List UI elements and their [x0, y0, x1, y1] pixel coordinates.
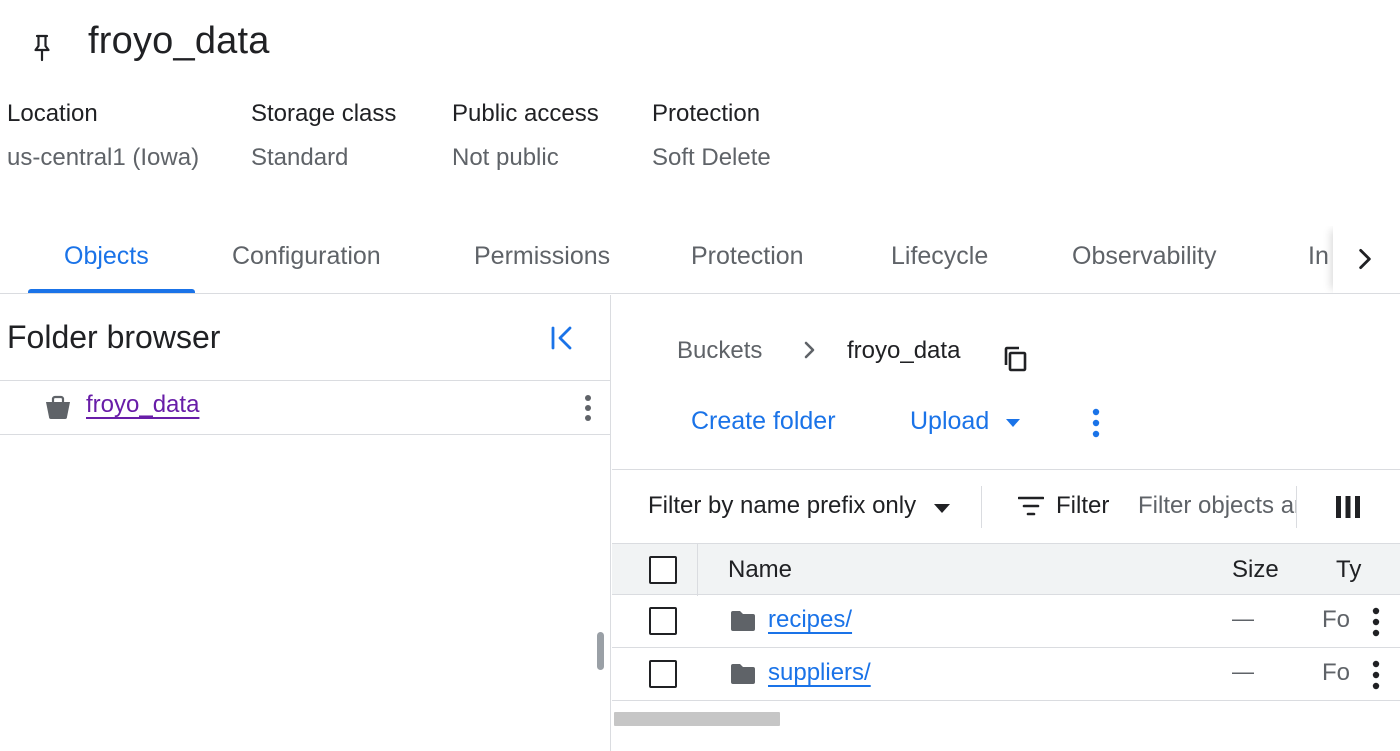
- meta-value: us-central1 (Iowa): [7, 144, 200, 171]
- object-size: —: [1232, 606, 1254, 631]
- more-vert-icon[interactable]: [574, 393, 602, 423]
- folder-browser-title: Folder browser: [7, 319, 221, 355]
- more-vert-icon[interactable]: [1084, 407, 1108, 439]
- active-tab-indicator: [28, 289, 195, 293]
- panel-resize-handle[interactable]: [597, 632, 604, 670]
- select-all-checkbox[interactable]: [649, 556, 677, 584]
- object-size: —: [1232, 659, 1254, 684]
- action-bar: Create folder Upload: [612, 403, 1400, 447]
- object-name-link[interactable]: suppliers/: [768, 659, 871, 687]
- table-row[interactable]: suppliers/ — Fo: [612, 649, 1400, 701]
- chevron-right-icon[interactable]: [1352, 246, 1378, 272]
- upload-button[interactable]: Upload: [910, 407, 989, 436]
- folder-icon: [731, 664, 755, 684]
- meta-label: Public access: [452, 100, 599, 127]
- divider: [1296, 486, 1297, 528]
- tab-bar: Objects Configuration Permissions Protec…: [0, 226, 1400, 294]
- folder-browser-bucket-link[interactable]: froyo_data: [86, 391, 199, 419]
- filter-icon[interactable]: [1018, 496, 1044, 516]
- meta-value: Not public: [452, 144, 559, 171]
- caret-down-icon[interactable]: [934, 504, 950, 513]
- meta-label: Protection: [652, 100, 761, 127]
- page-header: froyo_data: [0, 0, 1400, 90]
- tab-observability[interactable]: Observability: [1072, 242, 1217, 271]
- row-checkbox[interactable]: [649, 660, 677, 688]
- copy-icon[interactable]: [1002, 345, 1028, 373]
- filter-mode-select[interactable]: Filter by name prefix only: [648, 492, 916, 520]
- tab-objects[interactable]: Objects: [64, 242, 149, 271]
- meta-public-access: Public access Not public: [452, 100, 599, 172]
- meta-label: Location: [7, 100, 98, 127]
- column-header-size[interactable]: Size: [1232, 556, 1279, 584]
- object-name-link[interactable]: recipes/: [768, 606, 852, 634]
- meta-location: Location us-central1 (Iowa): [7, 100, 199, 172]
- folder-browser-item[interactable]: froyo_data: [0, 381, 611, 435]
- folder-icon: [731, 611, 755, 631]
- objects-panel: Buckets froyo_data Create folder Upload …: [612, 295, 1400, 751]
- meta-value: Soft Delete: [652, 144, 771, 171]
- breadcrumb-buckets-link[interactable]: Buckets: [677, 337, 762, 365]
- chevron-right-icon: [804, 341, 815, 359]
- meta-label: Storage class: [251, 100, 397, 127]
- meta-storage-class: Storage class Standard: [251, 100, 396, 172]
- pin-icon[interactable]: [30, 33, 54, 63]
- column-header-name[interactable]: Name: [728, 556, 792, 584]
- create-folder-button[interactable]: Create folder: [691, 407, 836, 436]
- breadcrumb-current: froyo_data: [847, 337, 961, 364]
- collapse-panel-icon[interactable]: [548, 323, 578, 353]
- column-display-icon[interactable]: [1336, 496, 1360, 518]
- tab-inventory[interactable]: In: [1308, 242, 1329, 271]
- table-row[interactable]: recipes/ — Fo: [612, 596, 1400, 648]
- filter-input[interactable]: [1138, 486, 1296, 526]
- horizontal-scrollbar[interactable]: [614, 712, 780, 726]
- table-header: Name Size Ty: [612, 543, 1400, 596]
- meta-protection: Protection Soft Delete: [652, 100, 771, 172]
- meta-value: Standard: [251, 144, 349, 171]
- caret-down-icon[interactable]: [1006, 419, 1020, 427]
- column-header-type[interactable]: Ty: [1336, 556, 1361, 584]
- filter-bar: Filter by name prefix only Filter: [612, 470, 1400, 542]
- tab-lifecycle[interactable]: Lifecycle: [891, 242, 988, 271]
- object-type: Fo: [1322, 606, 1351, 633]
- tab-permissions[interactable]: Permissions: [474, 242, 610, 271]
- bucket-title: froyo_data: [88, 20, 270, 62]
- more-vert-icon[interactable]: [1364, 659, 1388, 691]
- divider: [981, 486, 982, 528]
- object-type: Fo: [1322, 659, 1351, 686]
- folder-browser-panel: Folder browser froyo_data: [0, 295, 611, 751]
- tab-configuration[interactable]: Configuration: [232, 242, 381, 271]
- filter-label[interactable]: Filter: [1056, 492, 1109, 520]
- divider: [697, 544, 698, 596]
- bucket-icon: [46, 395, 70, 419]
- tab-protection[interactable]: Protection: [691, 242, 804, 271]
- more-vert-icon[interactable]: [1364, 606, 1388, 638]
- row-checkbox[interactable]: [649, 607, 677, 635]
